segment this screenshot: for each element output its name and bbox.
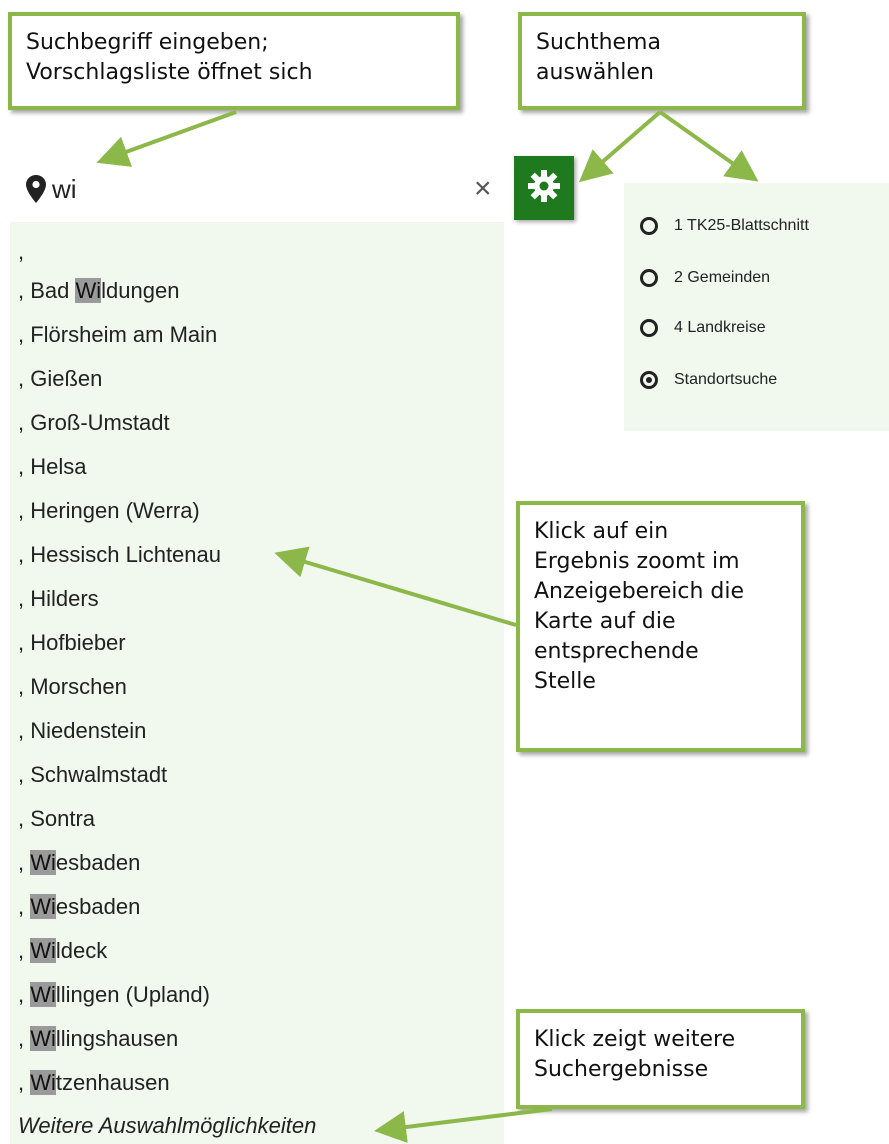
- list-item[interactable]: , Hessisch Lichtenau: [18, 542, 221, 568]
- more-results-link[interactable]: Weitere Auswahlmöglichkeiten: [18, 1113, 316, 1139]
- list-item[interactable]: , Wiesbaden: [18, 894, 140, 920]
- radio-button[interactable]: [640, 217, 658, 235]
- callout-text: Suchbegriff eingeben;: [26, 30, 269, 55]
- list-item[interactable]: , Wildeck: [18, 938, 107, 964]
- more-hint-callout: Klick zeigt weitere Suchergebnisse: [516, 1009, 805, 1109]
- list-item[interactable]: , Morschen: [18, 674, 127, 700]
- list-item[interactable]: , Hofbieber: [18, 630, 126, 656]
- result-hint-callout: Klick auf ein Ergebnis zoomt im Anzeigeb…: [516, 501, 805, 752]
- callout-text: Karte auf die: [534, 609, 676, 634]
- map-pin-icon: [26, 175, 46, 208]
- suggestion-list: , , Bad Wildungen , Flörsheim am Main , …: [10, 222, 504, 1144]
- list-item[interactable]: , Willingen (Upland): [18, 982, 210, 1008]
- list-item[interactable]: , Wiesbaden: [18, 850, 140, 876]
- callout-text: Klick auf ein: [534, 519, 669, 544]
- callout-text: auswählen: [536, 60, 654, 85]
- radio-button[interactable]: [640, 319, 658, 337]
- list-item[interactable]: , Schwalmstadt: [18, 762, 167, 788]
- callout-text: Anzeigebereich die: [534, 579, 745, 604]
- callout-text: Klick zeigt weitere: [534, 1027, 736, 1052]
- list-item[interactable]: , Bad Wildungen: [18, 278, 179, 304]
- arrow: [96, 110, 237, 167]
- radio-button-selected[interactable]: [640, 371, 658, 389]
- list-item[interactable]: , Sontra: [18, 806, 95, 832]
- search-hint-callout: Suchbegriff eingeben; Vorschlagsliste öf…: [8, 12, 460, 110]
- list-item[interactable]: , Groß-Umstadt: [18, 410, 170, 436]
- radio-dot: [646, 377, 652, 383]
- theme-option-label: 2 Gemeinden: [674, 269, 771, 286]
- search-bar: ×: [14, 165, 504, 215]
- callout-text: Vorschlagsliste öffnet sich: [26, 60, 313, 85]
- search-input[interactable]: [52, 171, 472, 207]
- close-icon[interactable]: ×: [474, 171, 492, 207]
- list-item[interactable]: , Niedenstein: [18, 718, 146, 744]
- arrow: [658, 110, 759, 182]
- theme-option[interactable]: 1 TK25-Blattschnitt: [640, 211, 809, 241]
- search-theme-settings-button[interactable]: [514, 156, 574, 220]
- search-theme-panel: 1 TK25-Blattschnitt 2 Gemeinden 4 Landkr…: [624, 183, 889, 431]
- list-item[interactable]: , Gießen: [18, 366, 102, 392]
- callout-text: Ergebnis zoomt im: [534, 549, 740, 574]
- list-item[interactable]: , Helsa: [18, 454, 86, 480]
- list-item[interactable]: , Hilders: [18, 586, 99, 612]
- list-item[interactable]: , Witzenhausen: [18, 1070, 170, 1096]
- callout-text: entsprechende: [534, 639, 699, 664]
- list-item[interactable]: , Willingshausen: [18, 1026, 178, 1052]
- theme-option-label: 1 TK25-Blattschnitt: [674, 217, 809, 234]
- theme-option[interactable]: 4 Landkreise: [640, 313, 766, 343]
- theme-hint-callout: Suchthema auswählen: [518, 12, 806, 110]
- radio-button[interactable]: [640, 269, 658, 287]
- callout-text: Suchergebnisse: [534, 1057, 709, 1082]
- arrow: [578, 110, 662, 183]
- gear-icon: [527, 169, 561, 208]
- list-item[interactable]: ,: [18, 239, 24, 265]
- theme-option[interactable]: Standortsuche: [640, 365, 777, 395]
- theme-option-label: Standortsuche: [674, 371, 778, 388]
- theme-option-label: 4 Landkreise: [674, 319, 766, 336]
- callout-text: Suchthema: [536, 30, 661, 55]
- callout-text: Stelle: [534, 669, 596, 694]
- theme-option[interactable]: 2 Gemeinden: [640, 263, 770, 293]
- list-item[interactable]: , Flörsheim am Main: [18, 322, 217, 348]
- list-item[interactable]: , Heringen (Werra): [18, 498, 200, 524]
